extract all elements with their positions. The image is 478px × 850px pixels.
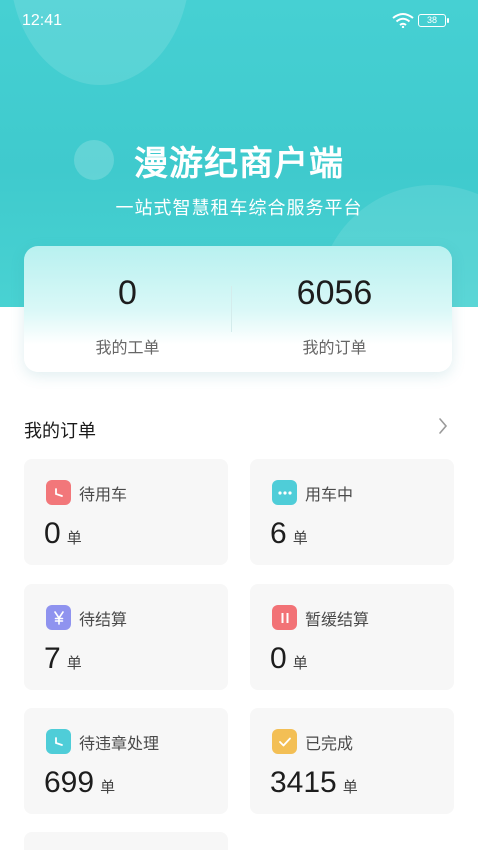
card-unit: 单 xyxy=(66,529,82,547)
card-label: 已完成 xyxy=(305,734,354,753)
stat-value: 0 xyxy=(118,274,137,312)
card-count: 6单 xyxy=(270,517,308,550)
card-count: 0单 xyxy=(270,642,308,675)
order-card-pending-pickup[interactable]: 待用车 0单 xyxy=(24,459,228,565)
chevron-right-icon xyxy=(439,418,448,434)
app-subtitle: 一站式智慧租车综合服务平台 xyxy=(115,198,363,219)
card-unit: 单 xyxy=(292,654,308,672)
card-label: 暂缓结算 xyxy=(305,610,370,629)
card-count: 0单 xyxy=(44,517,82,550)
stat-value: 6056 xyxy=(296,274,373,312)
order-card-partial[interactable] xyxy=(24,832,228,850)
section-title: 我的订单 xyxy=(24,421,96,442)
card-unit: 单 xyxy=(100,778,116,796)
stat-label: 我的订单 xyxy=(302,338,367,357)
card-label: 待违章处理 xyxy=(79,734,160,753)
card-label: 用车中 xyxy=(305,485,354,504)
order-card-in-use[interactable]: 用车中 6单 xyxy=(250,459,454,565)
yen-icon xyxy=(46,605,71,630)
card-unit: 单 xyxy=(66,654,82,672)
card-label: 待用车 xyxy=(79,485,128,504)
app-title: 漫游纪商户端 xyxy=(134,144,344,184)
stats-card: 0 我的工单 6056 我的订单 xyxy=(24,246,452,372)
stat-label: 我的工单 xyxy=(95,338,160,357)
screen: 12:41 38 漫游纪商户端 一站式智慧租车综合服务平台 0 我的工单 605… xyxy=(0,0,478,850)
check-icon xyxy=(272,729,297,754)
clock-icon xyxy=(46,480,71,505)
orders-section-header[interactable]: 我的订单 xyxy=(24,415,454,443)
wifi-icon xyxy=(392,13,414,28)
card-unit: 单 xyxy=(342,778,358,796)
status-time: 12:41 xyxy=(22,12,63,29)
card-label: 待结算 xyxy=(79,610,128,629)
order-card-deferred-settlement[interactable]: 暂缓结算 0单 xyxy=(250,584,454,690)
status-bar: 12:41 38 xyxy=(0,0,478,40)
card-count: 3415 单 xyxy=(270,766,358,799)
pause-icon xyxy=(272,605,297,630)
order-card-pending-settlement[interactable]: 待结算 7单 xyxy=(24,584,228,690)
battery-icon: 38 xyxy=(418,14,449,27)
card-unit: 单 xyxy=(292,529,308,547)
card-count: 699 单 xyxy=(44,766,116,799)
card-count: 7单 xyxy=(44,642,82,675)
order-card-completed[interactable]: 已完成 3415 单 xyxy=(250,708,454,814)
more-dots-icon xyxy=(272,480,297,505)
my-work-orders-stat[interactable]: 0 我的工单 xyxy=(24,246,231,372)
my-orders-stat[interactable]: 6056 我的订单 xyxy=(231,246,438,372)
clock-icon xyxy=(46,729,71,754)
order-card-pending-violation[interactable]: 待违章处理 699 单 xyxy=(24,708,228,814)
